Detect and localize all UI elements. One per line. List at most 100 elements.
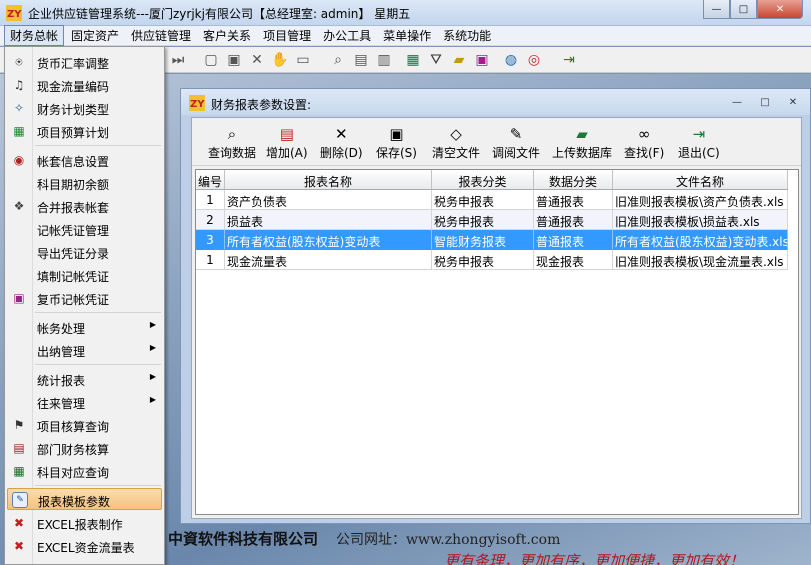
report-icon[interactable]: ▣ (474, 52, 490, 68)
close-button[interactable]: ✕ (757, 0, 803, 19)
currency-icon: ⍟ (15, 54, 23, 69)
report-params-grid[interactable]: 编号 报表名称 报表分类 数据分类 文件名称 1 资产负债表 税务申报表 普通报… (195, 169, 799, 515)
header-data-category[interactable]: 数据分类 (534, 170, 613, 190)
child-minimize-button[interactable]: — (724, 94, 750, 110)
header-number[interactable]: 编号 (196, 170, 225, 190)
menu-menu-operations[interactable]: 菜单操作 (378, 26, 436, 45)
table-row[interactable]: 2 损益表 税务申报表 普通报表 旧准则报表模板\损益表.xls (196, 210, 788, 230)
submenu-arrow-icon: ▶ (149, 372, 156, 381)
grid-icon: ▦ (13, 464, 25, 478)
menu-item-budget-plan[interactable]: ▦ 项目预算计划 (7, 120, 162, 142)
app-logo-icon: ZY (189, 95, 205, 111)
app-logo-icon: ZY (6, 5, 22, 21)
child-close-button[interactable]: ✕ (780, 94, 806, 110)
budget-icon: ▦ (13, 124, 25, 138)
submenu-arrow-icon: ▶ (149, 320, 156, 329)
add-button[interactable]: ▤ 增加(A) (266, 124, 308, 162)
menu-item-account-set[interactable]: ◉ 帐套信息设置 (7, 149, 162, 171)
account-set-icon: ◉ (13, 153, 25, 167)
find-button[interactable]: ∞ 查找(F) (624, 124, 664, 162)
filter-icon[interactable]: ⛛ (428, 52, 444, 68)
exit-button[interactable]: ⇥ 退出(C) (678, 124, 720, 162)
menu-item-foreign-voucher[interactable]: ▣ 复币记帐凭证 (7, 287, 162, 309)
menu-item-currency-rate[interactable]: ⍟ 货币汇率调整 (7, 51, 162, 73)
delete-icon: ✕ (335, 125, 348, 143)
menu-item-fill-voucher[interactable]: 填制记帐凭证 (7, 264, 162, 286)
main-title-bar: ZY 企业供应链管理系统---厦门zyrjkj有限公司【总经理室: admin】… (0, 0, 811, 26)
menu-office-tools[interactable]: 办公工具 (318, 26, 376, 45)
menu-item-receivables[interactable]: 往来管理 ▶ (7, 391, 162, 413)
menu-item-merge-accounts[interactable]: ❖ 合并报表帐套 (7, 195, 162, 217)
save-icon: ▣ (389, 125, 404, 143)
print-icon[interactable]: ▤ (353, 52, 369, 68)
export-icon[interactable]: ▭ (295, 52, 311, 68)
report-params-window: ZY 财务报表参数设置: — □ ✕ ⌕ 查询数据 ▤ 增加(A) ✕ 删除(D… (180, 88, 811, 524)
menu-item-cashflow-code[interactable]: ♫ 现金流量编码 (7, 74, 162, 96)
query-data-button[interactable]: ⌕ 查询数据 (208, 124, 256, 162)
globe-icon[interactable]: ◍ (503, 52, 519, 68)
new-document-icon[interactable]: ▢ (203, 52, 219, 68)
header-report-category[interactable]: 报表分类 (432, 170, 534, 190)
submenu-arrow-icon: ▶ (149, 395, 156, 404)
help-icon[interactable]: ◎ (526, 52, 542, 68)
menu-item-report-template-params[interactable]: ✎ 报表模板参数 (7, 488, 162, 510)
table-row-selected[interactable]: 3 所有者权益(股东权益)变动表 智能财务报表 普通报表 所有者权益(股东权益)… (196, 230, 788, 250)
clear-file-button[interactable]: ◇ 清空文件 (432, 124, 480, 162)
exit-icon: ⇥ (692, 125, 706, 143)
open-file-button[interactable]: ✎ 调阅文件 (492, 124, 540, 162)
menu-item-opening-balance[interactable]: 科目期初余额 (7, 172, 162, 194)
header-report-name[interactable]: 报表名称 (225, 170, 432, 190)
add-icon: ▤ (279, 125, 294, 143)
folder-icon[interactable]: ▰ (451, 52, 467, 68)
menu-item-department-accounting[interactable]: ▤ 部门财务核算 (7, 437, 162, 459)
maximize-button[interactable]: □ (730, 0, 757, 19)
menu-separator (35, 312, 161, 313)
foreign-voucher-icon: ▣ (13, 291, 25, 305)
save-icon[interactable]: ▣ (226, 52, 242, 68)
menu-item-accounting[interactable]: 帐务处理 ▶ (7, 316, 162, 338)
submenu-arrow-icon: ▶ (149, 343, 156, 352)
finance-ledger-dropdown: ⍟ 货币汇率调整 ♫ 现金流量编码 ✧ 财务计划类型 ▦ 项目预算计划 ◉ 帐套… (4, 46, 165, 565)
child-window-title: 财务报表参数设置: (211, 98, 312, 112)
menu-system-functions[interactable]: 系统功能 (438, 26, 496, 45)
calculator-icon[interactable]: ▦ (405, 52, 421, 68)
menu-finance-ledger[interactable]: 财务总帐 (4, 25, 65, 46)
menu-customer-relations[interactable]: 客户关系 (198, 26, 256, 45)
menu-supply-chain[interactable]: 供应链管理 (126, 26, 196, 45)
hand-icon[interactable]: ✋ (271, 52, 288, 68)
merge-icon: ❖ (13, 199, 25, 213)
header-file-name[interactable]: 文件名称 (613, 170, 788, 190)
save-button[interactable]: ▣ 保存(S) (376, 124, 417, 162)
table-row[interactable]: 1 现金流量表 税务申报表 现金报表 旧准则报表模板\现金流量表.xls (196, 250, 788, 270)
menu-item-export-voucher[interactable]: 导出凭证分录 (7, 241, 162, 263)
menu-item-excel-cashflow[interactable]: ✖ EXCEL资金流量表 (7, 535, 162, 557)
minimize-button[interactable]: — (703, 0, 730, 19)
menu-item-excel-report[interactable]: ✖ EXCEL报表制作 (7, 512, 162, 534)
last-record-icon[interactable]: ⏭ (170, 52, 186, 68)
upload-icon: ▰ (576, 125, 588, 143)
menu-bar: 财务总帐 固定资产 供应链管理 客户关系 项目管理 办公工具 菜单操作 系统功能 (0, 25, 811, 46)
table-row[interactable]: 1 资产负债表 税务申报表 普通报表 旧准则报表模板\资产负债表.xls (196, 190, 788, 210)
menu-item-project-query[interactable]: ⚑ 项目核算查询 (7, 414, 162, 436)
exit-icon[interactable]: ⇥ (561, 52, 577, 68)
delete-icon[interactable]: ✕ (249, 52, 265, 68)
plan-type-icon: ✧ (13, 101, 25, 115)
menu-fixed-assets[interactable]: 固定资产 (66, 26, 124, 45)
eraser-icon: ◇ (450, 125, 462, 143)
project-query-icon: ⚑ (13, 418, 25, 432)
menu-item-cashier[interactable]: 出纳管理 ▶ (7, 339, 162, 361)
menu-item-subject-mapping[interactable]: ▦ 科目对应查询 (7, 460, 162, 482)
binoculars-icon: ∞ (637, 125, 651, 143)
delete-button[interactable]: ✕ 删除(D) (320, 124, 363, 162)
child-maximize-button[interactable]: □ (752, 94, 778, 110)
menu-project-management[interactable]: 项目管理 (258, 26, 316, 45)
menu-item-voucher-management[interactable]: 记帐凭证管理 (7, 218, 162, 240)
menu-item-plan-type[interactable]: ✧ 财务计划类型 (7, 97, 162, 119)
menu-item-statistics[interactable]: 统计报表 ▶ (7, 368, 162, 390)
find-icon[interactable]: ⌕ (330, 52, 346, 68)
menu-separator (35, 485, 161, 486)
preview-icon[interactable]: ▥ (376, 52, 392, 68)
menu-separator (35, 145, 161, 146)
company-slogan: 更有条理，更加有序，更加便捷，更加有效！ (444, 552, 745, 565)
upload-database-button[interactable]: ▰ 上传数据库 (552, 124, 612, 162)
